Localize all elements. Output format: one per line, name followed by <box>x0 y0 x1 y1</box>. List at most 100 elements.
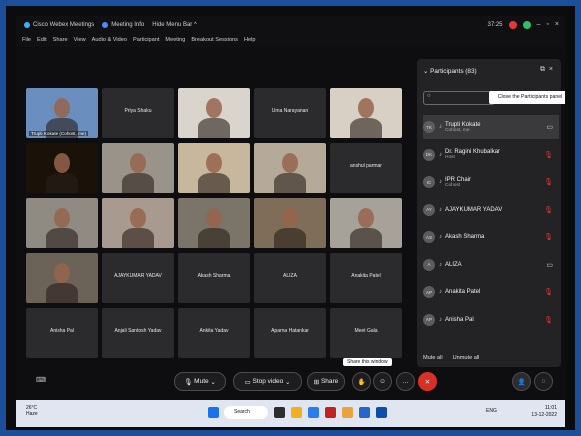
video-tile[interactable] <box>178 88 250 138</box>
menu-participant[interactable]: Participant <box>133 37 159 43</box>
participants-toggle-button[interactable]: 👤 <box>512 372 531 391</box>
menu-view[interactable]: View <box>74 37 86 43</box>
tile-name-label: Anisha Pal <box>50 328 74 334</box>
video-tile[interactable] <box>330 198 402 248</box>
camera-icon[interactable]: ▭ <box>546 261 553 269</box>
video-tile[interactable] <box>102 143 174 193</box>
audio-icon: ♪ <box>439 289 442 295</box>
participant-row[interactable]: AS ♪ Akash Sharma 🎙 <box>423 225 559 249</box>
audio-icon: ♪ <box>439 124 442 130</box>
video-tile[interactable]: Meet Gala <box>330 308 402 358</box>
video-tile[interactable]: Anakita Patel <box>330 253 402 303</box>
video-tile[interactable] <box>26 198 98 248</box>
share-button[interactable]: ⊞ Share <box>307 372 345 391</box>
video-tile[interactable] <box>26 143 98 193</box>
tile-name-label: Akash Sharma <box>197 273 231 279</box>
participant-search-input[interactable]: ○ <box>423 91 495 105</box>
app-name: Cisco Webex Meetings <box>33 21 95 28</box>
close-panel-icon[interactable]: × <box>549 66 553 73</box>
webex-taskbar-icon[interactable] <box>376 407 387 418</box>
participant-face <box>206 98 222 118</box>
unmute-all-button[interactable]: Unmute all <box>453 355 480 361</box>
muted-mic-icon[interactable]: 🎙 <box>544 178 553 186</box>
video-tile[interactable] <box>178 198 250 248</box>
video-tile[interactable]: Priya Shaku <box>102 88 174 138</box>
recording-icon[interactable] <box>508 20 517 29</box>
video-tile[interactable]: anshul parmar <box>330 143 402 193</box>
hide-menu-bar-button[interactable]: Hide Menu Bar ^ <box>152 22 197 28</box>
mute-button[interactable]: 🎙 Mute ⌄ <box>174 372 226 391</box>
participant-name: Anakita Patel <box>445 289 481 295</box>
participant-video <box>46 173 78 193</box>
video-tile[interactable]: Anisha Pal <box>26 308 98 358</box>
avatar: AP <box>423 313 435 326</box>
muted-mic-icon[interactable]: 🎙 <box>544 316 553 324</box>
chat-button[interactable]: ◌ <box>534 372 553 391</box>
video-tile[interactable]: Aparna Hatankar <box>254 308 326 358</box>
camera-icon[interactable]: ▭ <box>546 123 553 131</box>
video-tile[interactable] <box>26 253 98 303</box>
word-icon[interactable] <box>359 407 370 418</box>
participant-row[interactable]: TK ♪ Trupti Kokate Cohost, me ▭ <box>423 115 559 139</box>
edge-icon[interactable] <box>308 407 319 418</box>
language[interactable]: ENG <box>486 408 497 414</box>
menu-meeting[interactable]: Meeting <box>165 37 185 43</box>
minimize-icon[interactable]: – <box>537 21 541 28</box>
clock[interactable]: 11:01 13-12-2022 <box>531 405 557 419</box>
menu-share[interactable]: Share <box>53 37 68 43</box>
participant-video <box>198 118 230 138</box>
menu-help[interactable]: Help <box>244 37 256 43</box>
close-icon[interactable]: × <box>555 21 559 28</box>
muted-mic-icon[interactable]: 🎙 <box>544 151 553 159</box>
participant-row[interactable]: AY ♪ AJAYKUMAR YADAV 🎙 <box>423 198 559 222</box>
maximize-icon[interactable]: ▫ <box>546 21 548 28</box>
chrome-icon[interactable] <box>342 407 353 418</box>
camera-icon: ▭ <box>244 378 251 386</box>
tile-name-label: Trupti Kokate (Cohost, me) <box>29 131 88 136</box>
participant-info: IPR Chair Cohost <box>445 177 471 188</box>
participant-row[interactable]: AP ♪ Anisha Pal 🎙 <box>423 308 559 332</box>
reactions-button[interactable]: ☺ <box>373 372 392 391</box>
video-tile[interactable] <box>254 198 326 248</box>
video-tile[interactable]: Akash Sharma <box>178 253 250 303</box>
video-tile[interactable]: Uma Narayanan <box>254 88 326 138</box>
captions-icon[interactable]: ⌨ <box>36 376 46 384</box>
muted-mic-icon[interactable]: 🎙 <box>544 288 553 296</box>
muted-mic-icon[interactable]: 🎙 <box>544 206 553 214</box>
menu-edit[interactable]: Edit <box>37 37 47 43</box>
meeting-info-button[interactable]: Meeting Info <box>102 21 144 28</box>
video-tile[interactable]: Trupti Kokate (Cohost, me) <box>26 88 98 138</box>
popout-icon[interactable]: ⧉ <box>540 66 545 73</box>
muted-mic-icon[interactable]: 🎙 <box>544 233 553 241</box>
raise-hand-button[interactable]: ✋ <box>352 372 371 391</box>
end-call-button[interactable]: ✕ <box>418 372 437 391</box>
participant-face <box>282 153 298 173</box>
search-icon: ○ <box>427 93 431 99</box>
task-view-icon[interactable] <box>274 407 285 418</box>
connection-icon[interactable] <box>522 20 531 29</box>
video-tile[interactable]: AJAYKUMAR YADAV <box>102 253 174 303</box>
participant-role: Cohost <box>445 182 461 188</box>
start-icon[interactable] <box>208 407 219 418</box>
video-tile[interactable]: ALIZA <box>254 253 326 303</box>
video-tile[interactable]: Anjali Santosh Yadav <box>102 308 174 358</box>
video-tile[interactable] <box>330 88 402 138</box>
stop-video-button[interactable]: ▭ Stop video ⌄ <box>233 372 302 391</box>
video-tile[interactable]: Ankita Yadav <box>178 308 250 358</box>
participant-row[interactable]: AP ♪ Anakita Patel 🎙 <box>423 280 559 304</box>
gmail-icon[interactable] <box>325 407 336 418</box>
mute-all-button[interactable]: Mute all <box>423 355 443 361</box>
participant-row[interactable]: IC ♪ IPR Chair Cohost 🎙 <box>423 170 559 194</box>
menu-breakout[interactable]: Breakout Sessions <box>191 37 238 43</box>
video-tile[interactable] <box>254 143 326 193</box>
file-explorer-icon[interactable] <box>291 407 302 418</box>
video-tile[interactable] <box>102 198 174 248</box>
menu-file[interactable]: File <box>22 37 31 43</box>
video-tile[interactable] <box>178 143 250 193</box>
participant-row[interactable]: A ♪ ALIZA ▭ <box>423 253 559 277</box>
weather-widget[interactable]: 26°C Haze <box>26 405 38 417</box>
taskbar-search[interactable]: Search <box>224 406 268 419</box>
menu-audio-video[interactable]: Audio & Video <box>92 37 127 43</box>
more-options-button[interactable]: … <box>396 372 415 391</box>
participant-row[interactable]: DK ♪ Dr. Ragini Khubalkar Host 🎙 <box>423 143 559 167</box>
